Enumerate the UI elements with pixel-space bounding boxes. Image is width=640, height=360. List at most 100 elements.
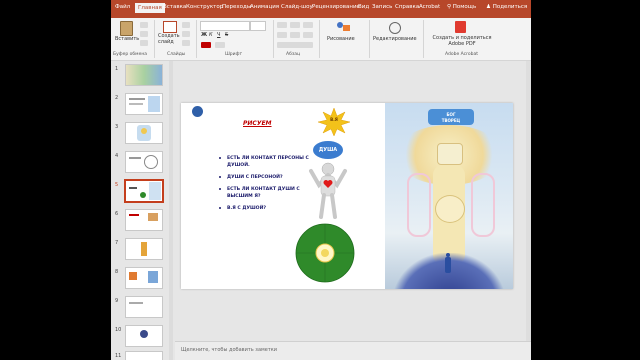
bullets-button[interactable] (277, 22, 287, 28)
earth-circle[interactable] (295, 223, 355, 283)
share-button[interactable]: ♟ Поделиться (486, 4, 527, 10)
align-left-button[interactable] (277, 32, 287, 38)
soul-label: ДУША (318, 147, 338, 153)
share-icon: ♟ (486, 4, 491, 10)
bullet-list[interactable]: ЕСТЬ ЛИ КОНТАКТ ПЕРСОНЫ С ДУШОЙ. ДУШИ С … (219, 155, 309, 217)
slide-number: 5 (115, 182, 119, 188)
tab-design[interactable]: Конструктор (186, 4, 223, 10)
reset-button[interactable] (182, 31, 190, 37)
tab-acrobat[interactable]: Acrobat (419, 4, 440, 10)
tab-transitions[interactable]: Переходы (222, 4, 251, 10)
tab-view[interactable]: Вид (358, 4, 369, 10)
underline-button[interactable]: Ч (217, 32, 220, 38)
editing-label: Редактирование (373, 36, 417, 42)
acrobat-group-label: Adobe Acrobat (445, 52, 479, 57)
numbering-button[interactable] (290, 22, 300, 28)
slide-preview (125, 267, 163, 289)
tab-home[interactable]: Главная (135, 3, 165, 13)
tab-insert[interactable]: Вставка (163, 4, 186, 10)
strikethrough-button[interactable]: S (225, 32, 228, 38)
tab-slideshow[interactable]: Слайд-шоу (281, 4, 313, 10)
editing-icon (389, 22, 401, 34)
font-size-select[interactable] (250, 21, 266, 31)
banner-top-text: БОГ (446, 112, 456, 117)
slide-thumbnail[interactable]: 6 (111, 209, 175, 233)
drawing-icon (337, 22, 351, 32)
slide-thumbnail[interactable]: 8 (111, 267, 175, 291)
slide-thumbnail[interactable]: 2 (111, 93, 175, 117)
slide-thumbnail[interactable]: 11 (111, 351, 175, 360)
bullet-text: ЕСТЬ ЛИ КОНТАКТ ПЕРСОНЫ С ДУШОЙ. (227, 156, 309, 168)
align-center-button[interactable] (290, 32, 300, 38)
drawing-button[interactable]: Рисование (325, 20, 365, 50)
blue-dot-shape[interactable] (192, 106, 203, 117)
slide-title[interactable]: РИСУЕМ (243, 120, 272, 127)
section-button[interactable] (182, 40, 190, 46)
format-painter-button[interactable] (140, 40, 148, 46)
slide-thumbnail[interactable]: 7 (111, 238, 175, 262)
text-direction-button[interactable] (277, 42, 313, 48)
slide-thumbnail[interactable]: 1 (111, 64, 175, 88)
layout-button[interactable] (182, 22, 190, 28)
help-search-label: Помощь (452, 4, 477, 10)
slide-number: 3 (115, 124, 119, 130)
italic-button[interactable]: К (209, 32, 213, 38)
font-name-select[interactable] (200, 21, 250, 31)
slide-thumbnail-panel: 1 2 3 4 5 6 7 8 9 10 11 (111, 61, 175, 360)
current-slide[interactable]: РИСУЕМ ЕСТЬ ЛИ КОНТАКТ ПЕРСОНЫ С ДУШОЙ. … (181, 103, 513, 289)
slide-number: 7 (115, 240, 119, 246)
slide-thumbnail-selected[interactable]: 5 (111, 180, 175, 204)
slide-preview (125, 64, 163, 86)
text-highlight-button[interactable] (215, 42, 225, 48)
new-slide-label: Создать слайд (158, 33, 180, 45)
cut-button[interactable] (140, 22, 148, 28)
divider (196, 20, 197, 58)
share-label: Поделиться (492, 4, 528, 10)
slide-number: 1 (115, 66, 119, 72)
soul-ellipse[interactable]: ДУША (313, 141, 343, 159)
new-slide-icon (163, 21, 177, 33)
cosmology-image[interactable]: БОГ ТВОРЕЦ (385, 103, 513, 289)
new-slide-button[interactable]: Создать слайд (158, 20, 180, 50)
notes-placeholder: Щелкните, чтобы добавить заметки (181, 347, 278, 353)
copy-button[interactable] (140, 31, 148, 37)
slide-editor: РИСУЕМ ЕСТЬ ЛИ КОНТАКТ ПЕРСОНЫ С ДУШОЙ. … (175, 61, 531, 341)
divider (319, 20, 320, 58)
search-icon: ⚲ (447, 4, 452, 10)
slide-number: 8 (115, 269, 119, 275)
slide-number: 2 (115, 95, 119, 101)
slide-preview (125, 93, 163, 115)
slide-number: 6 (115, 211, 119, 217)
notes-pane[interactable]: Щелкните, чтобы добавить заметки (175, 341, 531, 360)
slide-thumbnail[interactable]: 4 (111, 151, 175, 175)
slide-thumbnail[interactable]: 10 (111, 325, 175, 349)
divider (423, 20, 424, 58)
slide-thumbnail[interactable]: 3 (111, 122, 175, 146)
bold-button[interactable]: Ж (201, 32, 207, 38)
person-figure[interactable] (305, 161, 351, 219)
help-search[interactable]: ⚲ Помощь (447, 4, 476, 10)
acrobat-create-button[interactable]: Создать и поделиться Adobe PDF (427, 20, 497, 50)
tab-help[interactable]: Справка (395, 4, 419, 10)
editor-scrollbar[interactable] (526, 61, 531, 341)
slide-preview (125, 296, 163, 318)
tab-animations[interactable]: Анимация (250, 4, 279, 10)
paste-button[interactable]: Вставить (115, 20, 139, 48)
font-color-button[interactable] (201, 42, 211, 48)
tab-file[interactable]: Файл (115, 4, 130, 10)
align-right-button[interactable] (303, 32, 313, 38)
thumbnail-scrollbar[interactable] (169, 61, 173, 360)
divider (154, 20, 155, 58)
bullet-item: ДУШИ С ПЕРСОНОЙ? (219, 174, 309, 181)
slide-preview (125, 325, 163, 347)
slide-thumbnail[interactable]: 9 (111, 296, 175, 320)
tab-review[interactable]: Рецензирование (312, 4, 360, 10)
indent-button[interactable] (303, 22, 313, 28)
bullet-item: ЕСТЬ ЛИ КОНТАКТ ПЕРСОНЫ С ДУШОЙ. (219, 155, 309, 169)
editing-button[interactable]: Редактирование (373, 20, 419, 50)
acrobat-create-label: Создать и поделиться Adobe PDF (432, 35, 492, 47)
god-creator-banner: БОГ ТВОРЕЦ (422, 109, 480, 125)
sun-icon[interactable] (317, 107, 351, 137)
tab-record[interactable]: Запись (372, 4, 392, 10)
slide-preview (125, 209, 163, 231)
